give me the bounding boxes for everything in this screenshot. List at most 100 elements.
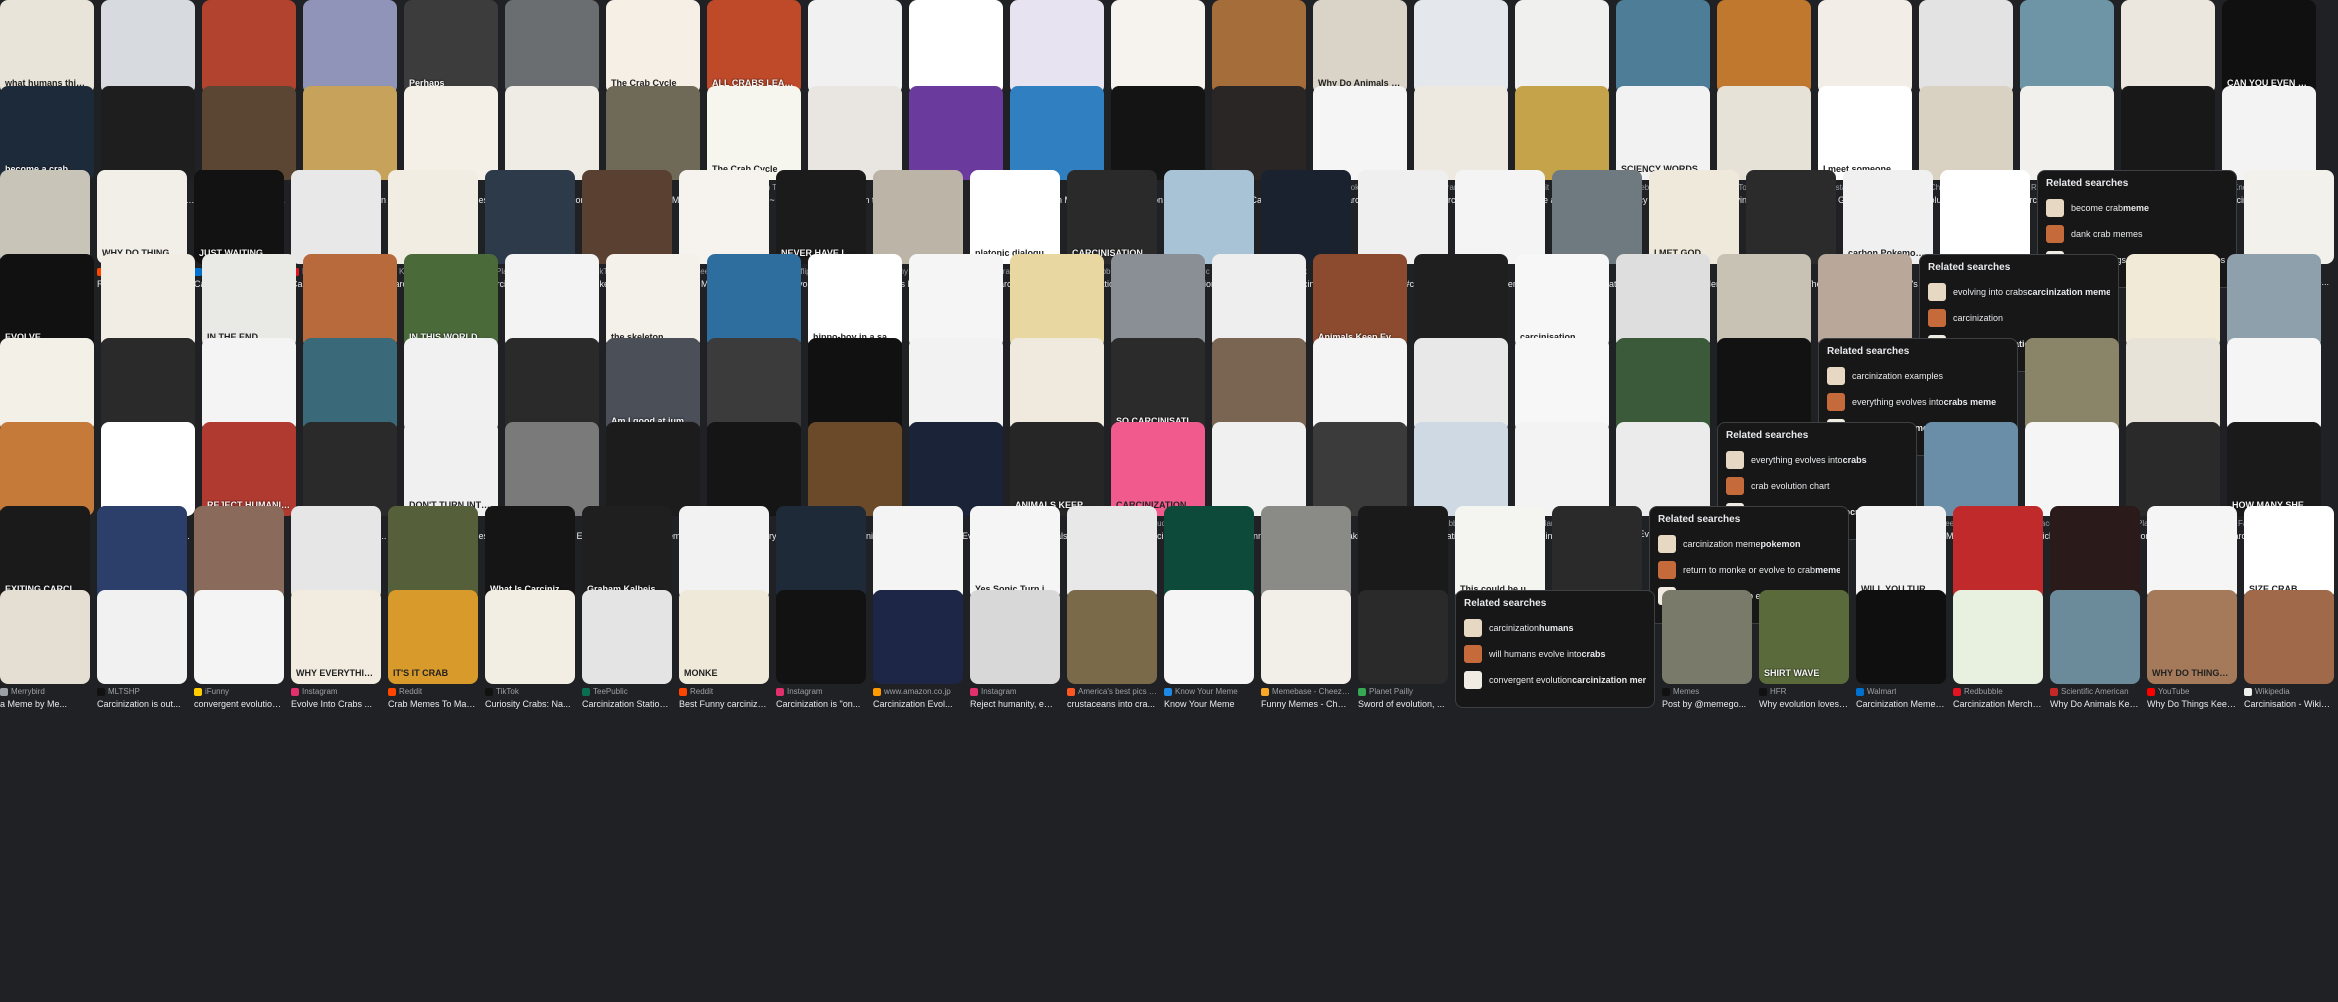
result-thumbnail[interactable] bbox=[1067, 506, 1157, 600]
result-title[interactable]: Carcinization Meme J... bbox=[1856, 698, 1946, 710]
result-thumbnail[interactable] bbox=[776, 506, 866, 600]
result-thumbnail[interactable] bbox=[2222, 86, 2316, 180]
result-thumbnail[interactable] bbox=[909, 338, 1003, 432]
related-search-item[interactable]: carcinization examples bbox=[1827, 363, 2009, 389]
result-thumbnail[interactable]: HOW MANY SHELLS WOULD... bbox=[2227, 422, 2321, 516]
result-thumbnail[interactable] bbox=[679, 506, 769, 600]
result-thumbnail[interactable] bbox=[194, 590, 284, 684]
result-thumbnail[interactable] bbox=[970, 590, 1060, 684]
result-thumbnail[interactable]: IN THIS WORLD, YOU HAVE TWO OPTIONS bbox=[404, 254, 498, 348]
result-thumbnail[interactable] bbox=[1414, 86, 1508, 180]
result-thumbnail[interactable] bbox=[808, 338, 902, 432]
result-thumbnail[interactable] bbox=[2050, 590, 2140, 684]
result-thumbnail[interactable] bbox=[2244, 590, 2334, 684]
result-source[interactable]: Redbubble bbox=[1953, 687, 2043, 697]
result-thumbnail[interactable] bbox=[1164, 590, 1254, 684]
result-thumbnail[interactable] bbox=[0, 590, 90, 684]
result-thumbnail[interactable] bbox=[2126, 254, 2220, 348]
result-thumbnail[interactable] bbox=[303, 338, 397, 432]
result-thumbnail[interactable] bbox=[1414, 254, 1508, 348]
result-thumbnail[interactable]: CARCINIZATION bbox=[1111, 422, 1205, 516]
result-thumbnail[interactable] bbox=[776, 590, 866, 684]
result-thumbnail[interactable] bbox=[1616, 422, 1710, 516]
result-thumbnail[interactable]: REJECT HUMANIZATION / EMBRACE CARCINIZAT… bbox=[202, 422, 296, 516]
related-search-item[interactable]: carcinization bbox=[1928, 305, 2110, 331]
result-thumbnail[interactable] bbox=[1818, 254, 1912, 348]
related-search-item[interactable]: crab evolution chart bbox=[1726, 473, 1908, 499]
result-thumbnail[interactable] bbox=[1261, 590, 1351, 684]
result-source[interactable]: Reddit bbox=[388, 687, 478, 697]
result-source[interactable]: Instagram bbox=[970, 687, 1060, 697]
result-thumbnail[interactable] bbox=[1164, 506, 1254, 600]
result-thumbnail[interactable] bbox=[505, 338, 599, 432]
result-thumbnail[interactable] bbox=[582, 590, 672, 684]
result-thumbnail[interactable]: WHY EVERYTHING BECOMES CRAB? bbox=[291, 590, 381, 684]
result-source[interactable]: Memes bbox=[1662, 687, 1752, 697]
result-title[interactable]: convergent evolution ... bbox=[194, 698, 284, 710]
result-thumbnail[interactable] bbox=[1717, 0, 1811, 94]
result-thumbnail[interactable] bbox=[1313, 422, 1407, 516]
result-thumbnail[interactable] bbox=[606, 86, 700, 180]
image-result[interactable]: Merrybird a Meme by Me... bbox=[0, 590, 90, 712]
result-thumbnail[interactable] bbox=[1111, 254, 1205, 348]
related-search-item[interactable]: carcinization meme pokemon bbox=[1658, 531, 1840, 557]
result-thumbnail[interactable] bbox=[1953, 590, 2043, 684]
result-title[interactable]: Reject humanity, embra... bbox=[970, 698, 1060, 710]
result-thumbnail[interactable] bbox=[404, 338, 498, 432]
result-thumbnail[interactable]: NEVER HAVE I EVER bbox=[776, 170, 866, 264]
result-thumbnail[interactable] bbox=[194, 506, 284, 600]
result-thumbnail[interactable]: EXITING CARCINIZATION PROPAGANDA bbox=[0, 506, 90, 600]
result-source[interactable]: Walmart bbox=[1856, 687, 1946, 697]
result-title[interactable]: a Meme by Me... bbox=[0, 698, 90, 710]
result-source[interactable]: Planet Pailly bbox=[1358, 687, 1448, 697]
image-result[interactable]: SHIRT WAVE HFR Why evolution loves a crab:… bbox=[1759, 590, 1849, 712]
result-thumbnail[interactable] bbox=[2244, 170, 2334, 264]
result-title[interactable]: Why evolution loves a crab: th... bbox=[1759, 698, 1849, 710]
image-result[interactable]: America's best pics and videos crustacean… bbox=[1067, 590, 1157, 712]
result-thumbnail[interactable]: What Is Carcinization? bbox=[485, 506, 575, 600]
result-thumbnail[interactable]: WHY DO THINGS KEEP EVOLVING INTO CRABS? bbox=[2147, 590, 2237, 684]
image-result[interactable]: MONKE Reddit Best Funny carcinizati... bbox=[679, 590, 769, 712]
result-thumbnail[interactable] bbox=[1414, 0, 1508, 94]
result-thumbnail[interactable] bbox=[808, 0, 902, 94]
result-thumbnail[interactable]: WHY DO THINGS KEEP EVOLVING INTO CRABS? bbox=[97, 170, 187, 264]
result-thumbnail[interactable] bbox=[2020, 86, 2114, 180]
result-thumbnail[interactable] bbox=[303, 86, 397, 180]
related-search-item[interactable]: everything evolves into crabs meme bbox=[1827, 389, 2009, 415]
result-thumbnail[interactable] bbox=[606, 422, 700, 516]
result-thumbnail[interactable] bbox=[1662, 590, 1752, 684]
result-thumbnail[interactable]: IN THE END bbox=[202, 254, 296, 348]
result-thumbnail[interactable]: JUST WAITING TO EVOLVE INTO A CRAB bbox=[194, 170, 284, 264]
result-thumbnail[interactable] bbox=[404, 86, 498, 180]
result-thumbnail[interactable] bbox=[1919, 86, 2013, 180]
image-result[interactable]: Wikipedia Carcinisation - Wikipedia bbox=[2244, 590, 2334, 712]
result-thumbnail[interactable] bbox=[101, 422, 195, 516]
result-thumbnail[interactable] bbox=[2121, 0, 2215, 94]
result-thumbnail[interactable] bbox=[505, 86, 599, 180]
image-result[interactable]: Know Your Meme Know Your Meme bbox=[1164, 590, 1254, 712]
result-thumbnail[interactable] bbox=[873, 590, 963, 684]
result-title[interactable]: Carcinization Station ... bbox=[582, 698, 672, 710]
related-search-item[interactable]: will humans evolve into crabs bbox=[1464, 641, 1646, 667]
result-thumbnail[interactable] bbox=[202, 338, 296, 432]
result-thumbnail[interactable]: ALL CRABS LEAD TO bbox=[707, 0, 801, 94]
result-title[interactable]: Curiosity Crabs: Na... bbox=[485, 698, 575, 710]
result-title[interactable]: Why Do Things Keep Evolving ... bbox=[2147, 698, 2237, 710]
result-thumbnail[interactable] bbox=[303, 422, 397, 516]
result-thumbnail[interactable] bbox=[1717, 86, 1811, 180]
result-thumbnail[interactable] bbox=[97, 590, 187, 684]
result-title[interactable]: Why Do Animals Keep Evolving Into Cr... bbox=[2050, 698, 2140, 710]
result-thumbnail[interactable]: Why Do Animals Keep Evolving bbox=[1313, 0, 1407, 94]
result-thumbnail[interactable] bbox=[202, 0, 296, 94]
related-search-item[interactable]: dank crab memes bbox=[2046, 221, 2228, 247]
result-source[interactable]: Memebase - Cheezburger bbox=[1261, 687, 1351, 697]
result-source[interactable]: Know Your Meme bbox=[1164, 687, 1254, 697]
result-thumbnail[interactable] bbox=[1261, 170, 1351, 264]
result-thumbnail[interactable]: carcinisation bbox=[1515, 254, 1609, 348]
result-thumbnail[interactable]: Graham Kalbeisch-Poisonster bbox=[582, 506, 672, 600]
result-thumbnail[interactable] bbox=[2050, 506, 2140, 600]
result-thumbnail[interactable] bbox=[0, 422, 94, 516]
related-search-item[interactable]: convergent evolution carcinization meme bbox=[1464, 667, 1646, 693]
result-thumbnail[interactable] bbox=[388, 506, 478, 600]
result-thumbnail[interactable] bbox=[1212, 338, 1306, 432]
